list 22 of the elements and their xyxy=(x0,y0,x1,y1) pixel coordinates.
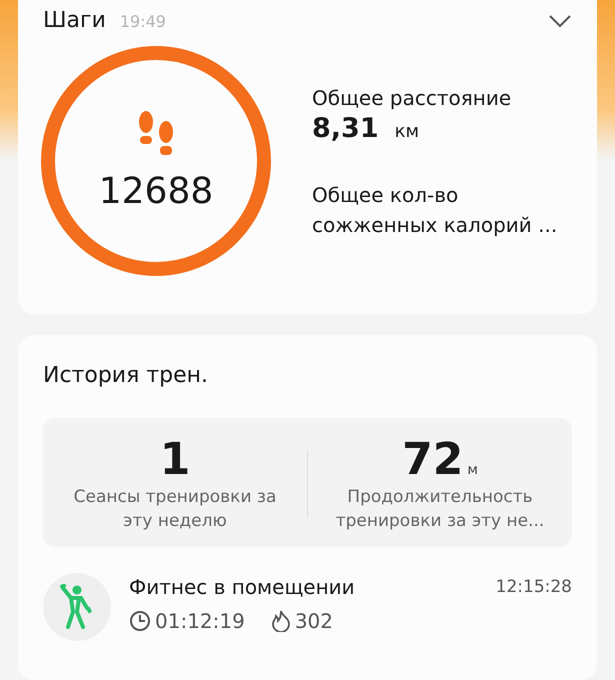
card-title: Шаги xyxy=(43,8,106,33)
stat-unit: м xyxy=(467,462,478,478)
flame-icon xyxy=(270,610,291,632)
exercising-figure-icon xyxy=(60,584,94,630)
workout-name: Фитнес в помещении xyxy=(129,575,356,599)
calories-label: Общее кол-во сожженных калорий ... xyxy=(312,182,558,238)
stat-value: 1 xyxy=(160,434,190,485)
workout-calories: 302 xyxy=(294,609,334,633)
step-count: 12688 xyxy=(98,170,214,212)
chevron-down-icon[interactable] xyxy=(548,14,572,28)
stat-label: Сеансы тренировки за эту неделю xyxy=(72,486,278,533)
distance-label: Общее расстояние xyxy=(312,84,512,112)
stat-label: Продолжительность тренировки за эту не... xyxy=(334,486,546,533)
workout-time: 12:15:28 xyxy=(496,576,572,597)
footprints-icon xyxy=(137,110,175,156)
stat-value: 72 xyxy=(402,434,464,485)
card-title: История трен. xyxy=(43,363,208,388)
update-time: 19:49 xyxy=(120,12,166,31)
workout-duration: 01:12:19 xyxy=(155,609,245,633)
clock-icon xyxy=(129,610,151,632)
distance-value: 8,31 xyxy=(312,112,379,144)
distance-unit: км xyxy=(394,120,420,142)
